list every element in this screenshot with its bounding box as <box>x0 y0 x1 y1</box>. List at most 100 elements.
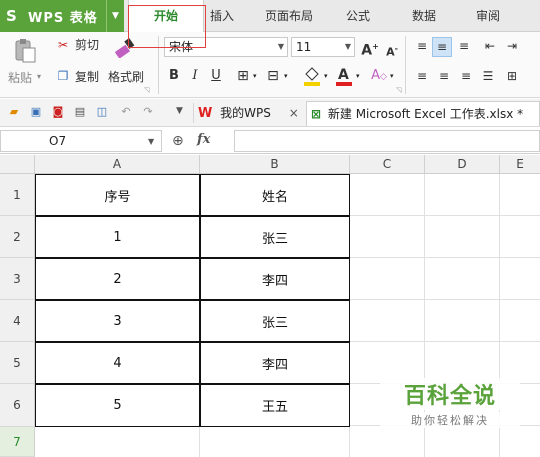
column-header[interactable]: E <box>500 155 540 174</box>
cell[interactable] <box>200 427 350 457</box>
paste-chevron-icon[interactable]: ▾ <box>37 72 41 81</box>
wps-menu-button[interactable]: S WPS 表格 ▼ <box>0 0 124 32</box>
open-folder-icon[interactable]: ▰ <box>6 104 22 120</box>
bold-button[interactable]: B <box>166 67 182 85</box>
zoom-search-icon[interactable]: ⊕ <box>172 133 184 149</box>
table-cell[interactable]: 李四 <box>200 258 350 300</box>
row-header[interactable]: 4 <box>0 300 35 342</box>
column-header-bar: A B C D E <box>0 155 540 174</box>
font-size-select[interactable]: 11 ▼ <box>291 37 355 57</box>
chevron-down-icon[interactable]: ▼ <box>148 137 154 146</box>
align-bottom-icon[interactable]: ≡ <box>454 37 474 55</box>
column-header[interactable]: D <box>425 155 500 174</box>
chevron-down-icon[interactable]: ▼ <box>106 0 124 32</box>
row-header[interactable]: 2 <box>0 216 35 258</box>
chevron-down-icon[interactable]: ▾ <box>356 72 360 80</box>
export-pdf-icon[interactable]: ◙ <box>50 104 66 120</box>
decrease-indent-icon[interactable]: ⇤ <box>480 37 500 55</box>
table-border-line <box>199 174 201 427</box>
table-cell[interactable]: 王五 <box>200 384 350 427</box>
cell[interactable] <box>35 427 200 457</box>
table-cell[interactable]: 序号 <box>35 174 200 216</box>
copy-icon[interactable]: ❐ <box>55 67 71 85</box>
doc-tab-my-wps[interactable]: W 我的WPS × <box>198 101 304 126</box>
group-divider <box>405 36 406 94</box>
doc-tab-label: 我的WPS <box>220 106 271 120</box>
print-preview-icon[interactable]: ◫ <box>94 104 110 120</box>
cut-button[interactable]: 剪切 <box>75 36 99 53</box>
distributed-align-icon[interactable]: ⊞ <box>502 67 522 85</box>
watermark-logo: 百科全说 助你轻松解决 <box>380 378 520 428</box>
align-right-icon[interactable]: ≡ <box>456 67 476 85</box>
column-header[interactable]: B <box>200 155 350 174</box>
row-header[interactable]: 6 <box>0 384 35 427</box>
spreadsheet-file-icon: ⊠ <box>311 107 322 121</box>
table-border-line <box>35 341 350 343</box>
column-header[interactable]: C <box>350 155 425 174</box>
table-cell[interactable]: 1 <box>35 216 200 258</box>
justify-icon[interactable]: ☰ <box>478 67 498 85</box>
app-title: WPS 表格 <box>28 10 98 26</box>
tab-page-layout[interactable]: 页面布局 <box>256 0 322 32</box>
tab-insert[interactable]: 插入 <box>204 0 240 32</box>
shrink-font-icon[interactable]: A- <box>382 40 402 62</box>
customize-chevron-icon[interactable]: ▼ <box>176 106 183 116</box>
italic-button[interactable]: I <box>187 67 203 85</box>
tab-data[interactable]: 数据 <box>400 0 448 32</box>
paste-icon[interactable] <box>10 38 38 64</box>
grow-font-icon[interactable]: A+ <box>360 38 380 60</box>
chevron-down-icon[interactable]: ▾ <box>390 72 394 80</box>
tab-review[interactable]: 审阅 <box>464 0 512 32</box>
chevron-down-icon[interactable]: ▾ <box>324 72 328 80</box>
fx-icon[interactable]: fx <box>197 132 210 147</box>
scissors-icon[interactable]: ✂ <box>55 36 71 54</box>
doc-tab-label: 新建 Microsoft Excel 工作表.xlsx * <box>327 107 524 121</box>
copy-button[interactable]: 复制 <box>75 68 99 85</box>
quick-access-bar: ▰ ▣ ◙ ▤ ◫ ↶ ↷ ▼ W 我的WPS × ⊠ 新建 Microsoft… <box>0 99 540 127</box>
font-dialog-launcher-icon[interactable]: ◹ <box>396 86 401 94</box>
chevron-down-icon[interactable]: ▾ <box>284 72 288 80</box>
wps-w-icon: W <box>198 106 213 121</box>
format-painter-button[interactable]: 格式刷 <box>108 68 144 85</box>
tab-formula[interactable]: 公式 <box>336 0 380 32</box>
divider <box>193 103 194 123</box>
row-header[interactable]: 1 <box>0 174 35 216</box>
row-header-active[interactable]: 7 <box>0 427 35 457</box>
increase-indent-icon[interactable]: ⇥ <box>502 37 522 55</box>
clear-format-icon[interactable]: A◇ <box>370 67 388 86</box>
formula-input[interactable] <box>234 130 540 152</box>
highlight-box <box>128 5 206 48</box>
redo-icon[interactable]: ↷ <box>140 104 156 120</box>
fill-color-icon[interactable] <box>302 65 322 87</box>
align-center-icon[interactable]: ≡ <box>434 67 454 85</box>
paste-button[interactable]: 粘贴 <box>8 69 32 86</box>
close-icon[interactable]: × <box>289 106 299 120</box>
ribbon-tab-bar: S WPS 表格 ▼ 开始 插入 页面布局 公式 数据 审阅 <box>0 0 540 33</box>
print-icon[interactable]: ▤ <box>72 104 88 120</box>
align-left-icon[interactable]: ≡ <box>412 67 432 85</box>
chevron-down-icon[interactable]: ▾ <box>253 72 257 80</box>
table-cell[interactable]: 张三 <box>200 216 350 258</box>
doc-tab-active[interactable]: ⊠ 新建 Microsoft Excel 工作表.xlsx * <box>306 101 540 126</box>
font-color-icon[interactable]: A <box>334 65 354 87</box>
row-header[interactable]: 5 <box>0 342 35 384</box>
table-cell[interactable]: 姓名 <box>200 174 350 216</box>
align-middle-icon[interactable]: ≡ <box>432 37 452 57</box>
merge-cells-icon[interactable]: ⊟ <box>264 67 282 85</box>
undo-icon[interactable]: ↶ <box>118 104 134 120</box>
align-top-icon[interactable]: ≡ <box>412 37 432 55</box>
underline-button[interactable]: U <box>208 67 224 85</box>
name-box[interactable]: O7 <box>0 130 162 152</box>
table-cell[interactable]: 4 <box>35 342 200 384</box>
save-icon[interactable]: ▣ <box>28 104 44 120</box>
table-cell[interactable]: 2 <box>35 258 200 300</box>
table-cell[interactable]: 3 <box>35 300 200 342</box>
dialog-launcher-icon[interactable]: ◹ <box>144 86 149 94</box>
column-header[interactable]: A <box>35 155 200 174</box>
table-cell[interactable]: 李四 <box>200 342 350 384</box>
table-cell[interactable]: 张三 <box>200 300 350 342</box>
select-all-corner[interactable] <box>0 155 35 174</box>
row-header[interactable]: 3 <box>0 258 35 300</box>
borders-icon[interactable]: ⊞ <box>234 67 252 85</box>
table-cell[interactable]: 5 <box>35 384 200 427</box>
